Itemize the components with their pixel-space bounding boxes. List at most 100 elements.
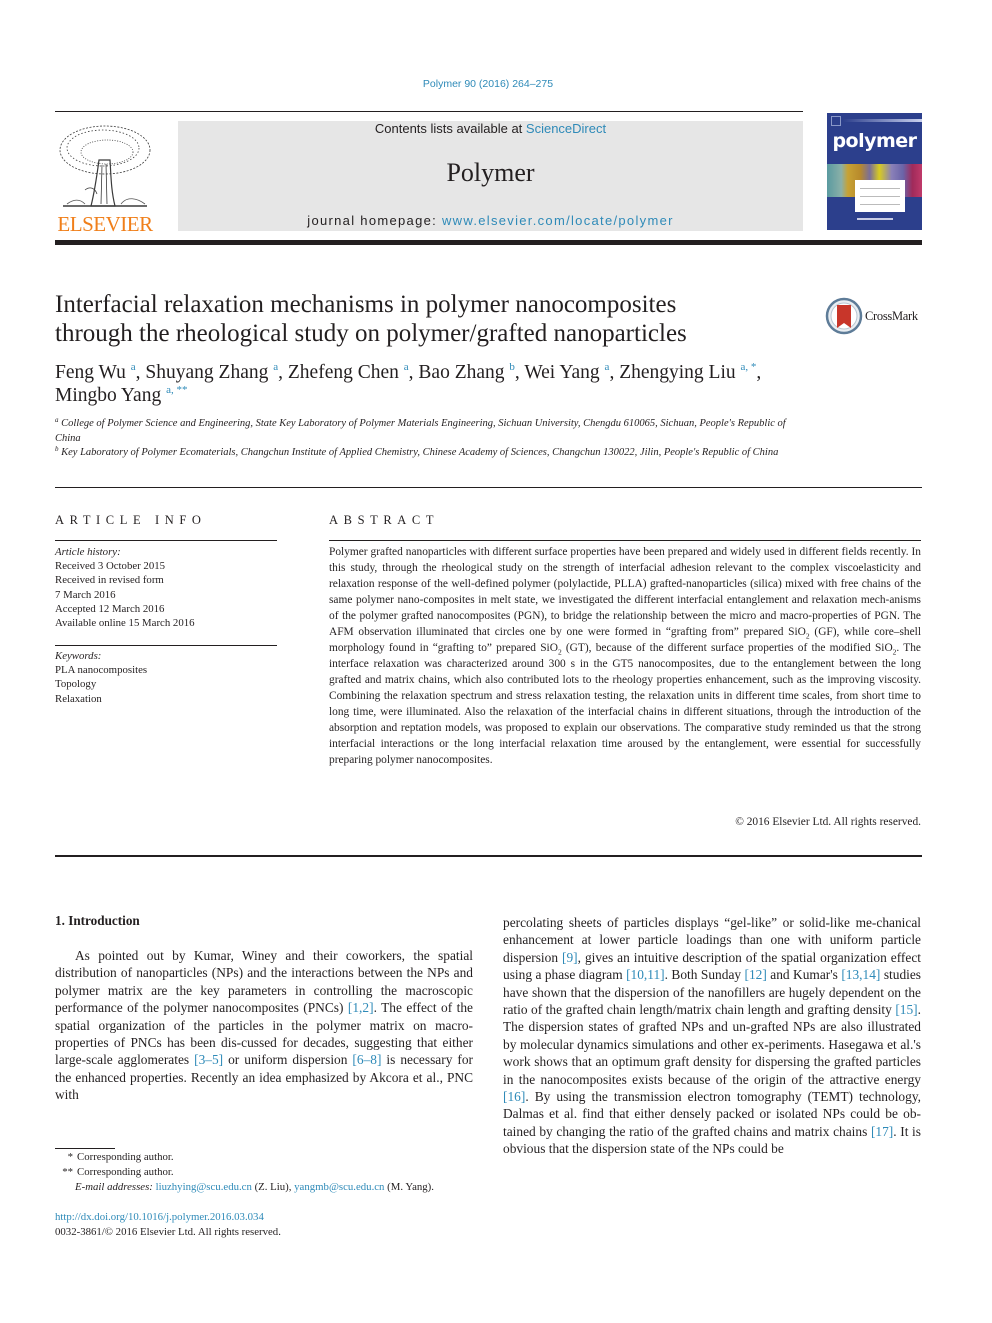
cover-title: polymer — [832, 130, 917, 152]
history-entry: Accepted 12 March 2016 — [55, 602, 165, 615]
author-affiliation-mark[interactable]: a, ** — [166, 384, 187, 396]
author-separator: , — [278, 362, 288, 383]
citation-link[interactable]: [12] — [745, 967, 767, 982]
front-matter-divider — [55, 855, 922, 857]
citation-link[interactable]: [13,14] — [841, 967, 880, 982]
homepage-line: journal homepage: www.elsevier.com/locat… — [178, 213, 803, 228]
affiliations: a College of Polymer Science and Enginee… — [55, 417, 795, 461]
doi-link[interactable]: http://dx.doi.org/10.1016/j.polymer.2016… — [55, 1211, 264, 1223]
article-title: Interfacial relaxation mechanisms in pol… — [55, 290, 795, 348]
author-name[interactable]: Feng Wu — [55, 362, 126, 383]
homepage-link[interactable]: www.elsevier.com/locate/polymer — [442, 213, 674, 228]
journal-cover-thumbnail[interactable]: polymer — [827, 113, 922, 230]
cover-inset-line — [860, 188, 900, 189]
keywords: Keywords: PLA nanocomposites Topology Rela… — [55, 649, 277, 706]
email-link-liu[interactable]: liuzhying@scu.edu.cn — [156, 1181, 252, 1193]
email-label: E-mail addresses: — [75, 1181, 153, 1193]
history-entry: Received 3 October 2015 — [55, 560, 166, 573]
body-text: . By using the transmission electron tom… — [503, 1089, 921, 1139]
footnote-corresponding-2: ** Corresponding author. — [55, 1165, 485, 1180]
cover-footer-text — [857, 218, 893, 220]
footnote-mark: * — [67, 1151, 73, 1163]
crossmark-icon — [825, 297, 863, 335]
cover-graph-inset — [855, 180, 905, 212]
footnote-rule — [55, 1148, 115, 1149]
header-rule — [55, 111, 803, 112]
author-name[interactable]: Zhefeng Chen — [288, 362, 399, 383]
author-affiliation-mark[interactable]: a, * — [741, 361, 757, 373]
article-history: Article history: Received 3 October 2015… — [55, 545, 277, 630]
elsevier-wordmark: ELSEVIER — [57, 212, 153, 236]
citation-link[interactable]: [3–5] — [194, 1052, 223, 1067]
title-divider — [55, 487, 922, 488]
contents-prefix: Contents lists available at — [374, 121, 526, 136]
author-separator: , — [756, 362, 762, 383]
header-thick-rule — [55, 240, 922, 245]
email-owner: (Z. Liu), — [251, 1181, 295, 1193]
author-name[interactable]: Mingbo Yang — [55, 385, 161, 406]
author-name[interactable]: Zhengying Liu — [619, 362, 735, 383]
article-info-heading: ARTICLE INFO — [55, 513, 207, 527]
abstract-copyright: © 2016 Elsevier Ltd. All rights reserved… — [735, 816, 921, 828]
cover-elsevier-icon — [831, 116, 841, 126]
cover-inset-line — [860, 196, 900, 197]
citation-link[interactable]: [1,2] — [348, 1000, 374, 1015]
affiliation-mark: b — [55, 445, 59, 453]
body-text: or uniform dispersion — [223, 1052, 353, 1068]
keywords-heading: Keywords: — [55, 650, 102, 662]
author-separator: , — [514, 362, 525, 383]
body-text: and Kumar's — [766, 967, 842, 983]
keyword: Topology — [55, 678, 97, 691]
abstract-text: Polymer grafted nanoparticles with diffe… — [329, 544, 921, 768]
title-line-1: Interfacial relaxation mechanisms in pol… — [55, 291, 677, 318]
email-owner: (M. Yang). — [384, 1181, 434, 1193]
citation-link[interactable]: [9] — [562, 950, 578, 965]
abstract-rule — [329, 540, 921, 541]
contents-line: Contents lists available at ScienceDirec… — [178, 121, 803, 136]
author-name[interactable]: Wei Yang — [524, 362, 599, 383]
footnote-text: Corresponding author. — [77, 1166, 174, 1178]
journal-citation[interactable]: Polymer 90 (2016) 264–275 — [0, 78, 976, 90]
email-link-yang[interactable]: yangmb@scu.edu.cn — [294, 1181, 384, 1193]
body-text: . Both Sunday — [664, 967, 745, 983]
abstract-segment: Polymer grafted nanoparticles with diffe… — [329, 546, 921, 638]
journal-name: Polymer — [446, 158, 535, 187]
citation-link[interactable]: [10,11] — [626, 967, 665, 982]
homepage-prefix: journal homepage: — [307, 213, 442, 228]
doi-block: http://dx.doi.org/10.1016/j.polymer.2016… — [55, 1210, 485, 1240]
citation-link[interactable]: [17] — [871, 1124, 893, 1139]
footnote-mark: ** — [62, 1166, 73, 1178]
body-column-left: As pointed out by Kumar, Winey and their… — [55, 947, 473, 1104]
abstract-segment: . The interface relaxation was character… — [329, 642, 921, 766]
crossmark-button[interactable]: CrossMark — [825, 297, 925, 335]
cover-header-bar — [843, 119, 922, 122]
footnote-corresponding-1: * Corresponding author. — [55, 1150, 485, 1165]
affiliation-b: b Key Laboratory of Polymer Ecomaterials… — [55, 446, 795, 461]
article-history-heading: Article history: — [55, 546, 121, 558]
issn-rights: 0032-3861/© 2016 Elsevier Ltd. All right… — [55, 1226, 281, 1238]
citation-link[interactable]: [15] — [895, 1002, 917, 1017]
author-name[interactable]: Bao Zhang — [418, 362, 504, 383]
history-entry: 7 March 2016 — [55, 588, 116, 601]
abstract-segment: (GT), because of the different surface p… — [561, 642, 893, 654]
body-column-right: percolating sheets of particles displays… — [503, 914, 921, 1158]
footnote-emails: E-mail addresses: liuzhying@scu.edu.cn (… — [55, 1180, 485, 1195]
footnotes: * Corresponding author. ** Corresponding a… — [55, 1150, 485, 1195]
keyword: PLA nanocomposites — [55, 664, 148, 677]
affiliation-text: College of Polymer Science and Engineeri… — [55, 418, 786, 444]
author-separator: , — [135, 362, 146, 383]
cover-inset-line — [860, 204, 900, 205]
author-separator: , — [609, 362, 620, 383]
sciencedirect-link[interactable]: ScienceDirect — [526, 121, 606, 136]
citation-link[interactable]: [16] — [503, 1089, 525, 1104]
crossmark-label: CrossMark — [865, 309, 918, 323]
article-info-rule — [55, 540, 277, 541]
affiliation-mark: a — [55, 416, 59, 424]
keywords-rule — [55, 645, 277, 646]
abstract-heading: ABSTRACT — [329, 513, 440, 527]
footnote-text: Corresponding author. — [77, 1151, 174, 1163]
author-separator: , — [408, 362, 419, 383]
citation-link[interactable]: [6–8] — [352, 1052, 381, 1067]
author-name[interactable]: Shuyang Zhang — [145, 362, 268, 383]
title-line-2: through the rheological study on polymer… — [55, 320, 687, 347]
